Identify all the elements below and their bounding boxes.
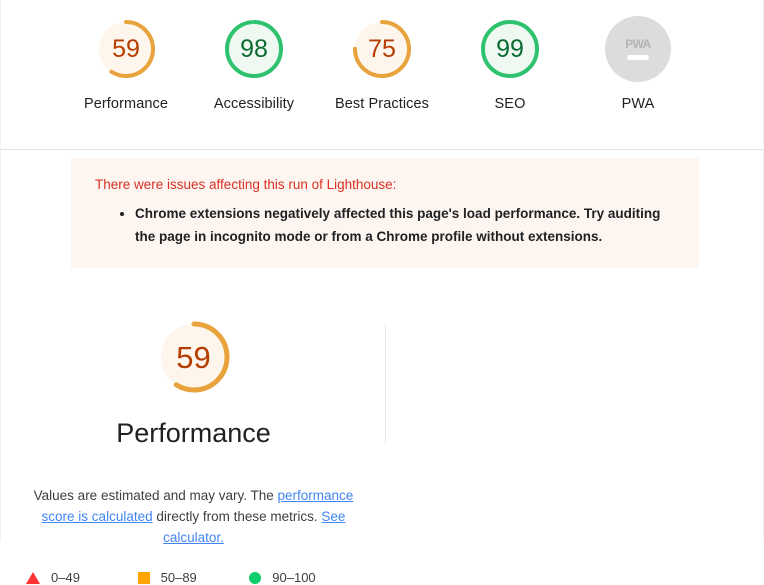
pwa-dash-icon bbox=[627, 55, 649, 60]
score-gauge-best-practices[interactable]: 75 Best Practices bbox=[334, 16, 431, 115]
section-divider bbox=[385, 324, 386, 444]
warnings-zone: There were issues affecting this run of … bbox=[1, 150, 763, 268]
pwa-disc-icon: PWA bbox=[605, 16, 671, 82]
legend-label: 50–89 bbox=[161, 571, 197, 584]
performance-description: Values are estimated and may vary. The p… bbox=[26, 485, 361, 548]
performance-section: 59 Performance Values are estimated and … bbox=[1, 316, 763, 584]
pwa-badge-text: PWA bbox=[625, 38, 651, 50]
gauge-score-value: 59 bbox=[112, 37, 140, 62]
warnings-banner: There were issues affecting this run of … bbox=[71, 158, 699, 268]
circle-pass-icon bbox=[249, 572, 261, 584]
gauge-label: Best Practices bbox=[335, 94, 429, 115]
description-lead: Values are estimated and may vary. The bbox=[34, 488, 278, 503]
score-gauge-seo[interactable]: 99 SEO bbox=[462, 16, 559, 115]
gauge-best-practices: 75 bbox=[349, 16, 415, 82]
lighthouse-report: 59 Performance 98 Accessibility bbox=[0, 0, 764, 542]
warnings-title: There were issues affecting this run of … bbox=[95, 176, 675, 194]
score-legend: 0–49 50–89 90–100 bbox=[26, 571, 361, 584]
performance-column: 59 Performance Values are estimated and … bbox=[1, 316, 386, 584]
performance-score-value: 59 bbox=[176, 342, 210, 373]
warnings-list: Chrome extensions negatively affected th… bbox=[95, 202, 675, 248]
gauge-performance: 59 bbox=[93, 16, 159, 82]
legend-item-fail: 0–49 bbox=[26, 571, 138, 584]
gauge-label: Performance bbox=[84, 94, 168, 115]
square-average-icon bbox=[138, 572, 150, 584]
performance-title: Performance bbox=[116, 418, 271, 449]
legend-label: 90–100 bbox=[272, 571, 315, 584]
gauge-score-value: 99 bbox=[496, 37, 524, 62]
score-gauge-performance[interactable]: 59 Performance bbox=[78, 16, 175, 115]
gauge-accessibility: 98 bbox=[221, 16, 287, 82]
legend-item-average: 50–89 bbox=[138, 571, 250, 584]
gauge-label: Accessibility bbox=[214, 94, 294, 115]
gauge-score-value: 98 bbox=[240, 37, 268, 62]
warning-item: Chrome extensions negatively affected th… bbox=[135, 202, 675, 248]
triangle-fail-icon bbox=[26, 572, 40, 584]
gauge-seo: 99 bbox=[477, 16, 543, 82]
legend-item-pass: 90–100 bbox=[249, 571, 361, 584]
performance-gauge: 59 bbox=[153, 316, 235, 398]
gauge-pwa: PWA bbox=[605, 16, 671, 82]
legend-label: 0–49 bbox=[51, 571, 80, 584]
score-gauge-accessibility[interactable]: 98 Accessibility bbox=[206, 16, 303, 115]
score-gauge-pwa[interactable]: PWA PWA bbox=[590, 16, 687, 115]
gauge-label: SEO bbox=[495, 94, 526, 115]
gauge-score-value: 75 bbox=[368, 37, 396, 62]
scores-header: 59 Performance 98 Accessibility bbox=[1, 0, 763, 150]
description-middle: directly from these metrics. bbox=[153, 509, 322, 524]
scores-row: 59 Performance 98 Accessibility bbox=[78, 16, 687, 115]
gauge-label: PWA bbox=[622, 94, 655, 115]
